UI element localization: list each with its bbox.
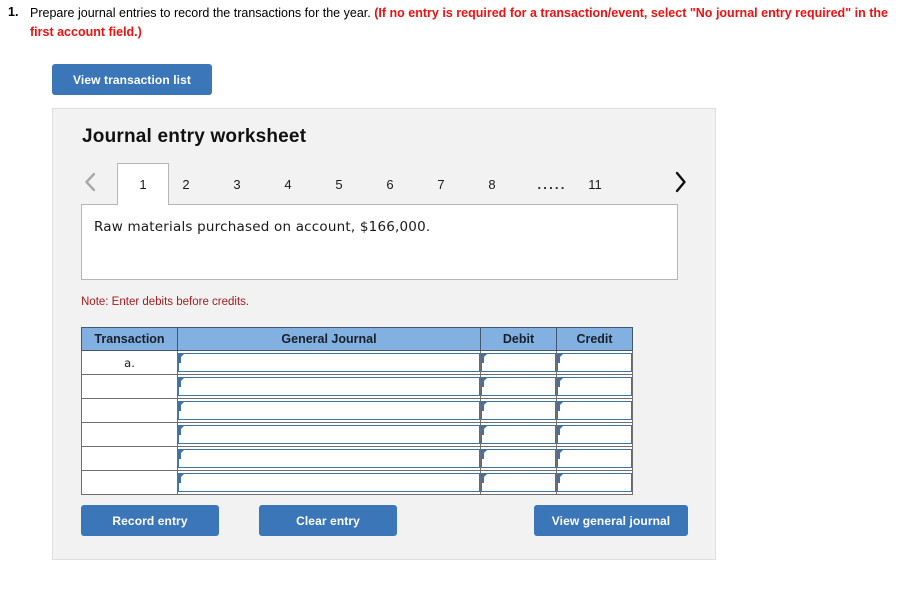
worksheet-tab-11[interactable]: 11 xyxy=(578,165,612,203)
general-journal-cell xyxy=(177,374,481,399)
worksheet-tab-7[interactable]: 7 xyxy=(424,165,458,203)
table-row: a. xyxy=(81,350,633,375)
view-general-journal-button[interactable]: View general journal xyxy=(534,505,688,536)
debit-cell xyxy=(480,350,557,375)
credit-input-row-4[interactable] xyxy=(557,425,632,444)
transaction-label-cell: a. xyxy=(81,350,178,375)
worksheet-tab-1[interactable]: 1 xyxy=(117,163,169,205)
debit-cell xyxy=(480,446,557,471)
credit-input-row-5[interactable] xyxy=(557,449,632,468)
general-journal-cell xyxy=(177,422,481,447)
table-row xyxy=(81,446,633,471)
general-journal-input-row-3[interactable] xyxy=(178,401,480,420)
debit-input-row-1[interactable] xyxy=(481,353,556,372)
previous-tab-button[interactable] xyxy=(77,167,103,197)
transaction-label-cell xyxy=(81,422,178,447)
chevron-right-icon xyxy=(673,170,688,194)
worksheet-tab-6[interactable]: 6 xyxy=(373,165,407,203)
transaction-label-cell xyxy=(81,374,178,399)
transaction-label-cell xyxy=(81,398,178,423)
table-header-row: Transaction General Journal Debit Credit xyxy=(81,327,633,351)
chevron-left-icon xyxy=(83,171,98,193)
table-row xyxy=(81,422,633,447)
debit-input-row-5[interactable] xyxy=(481,449,556,468)
question-block: 1. Prepare journal entries to record the… xyxy=(8,4,888,43)
question-plain-text: Prepare journal entries to record the tr… xyxy=(30,6,371,20)
credit-input-row-1[interactable] xyxy=(557,353,632,372)
credit-cell xyxy=(556,350,633,375)
column-header-general-journal: General Journal xyxy=(177,327,481,351)
transaction-description-box: Raw materials purchased on account, $166… xyxy=(81,204,678,280)
record-entry-button[interactable]: Record entry xyxy=(81,505,219,536)
worksheet-tab-8[interactable]: 8 xyxy=(475,165,509,203)
debit-cell xyxy=(480,470,557,495)
worksheet-tab-2[interactable]: 2 xyxy=(169,165,203,203)
credit-cell xyxy=(556,422,633,447)
transaction-description-text: Raw materials purchased on account, $166… xyxy=(94,219,431,235)
journal-entry-table: Transaction General Journal Debit Credit… xyxy=(81,327,633,495)
general-journal-cell xyxy=(177,350,481,375)
view-transaction-list-button[interactable]: View transaction list xyxy=(52,64,212,95)
credit-cell xyxy=(556,374,633,399)
worksheet-tab-5[interactable]: 5 xyxy=(322,165,356,203)
debit-cell xyxy=(480,398,557,423)
credit-input-row-3[interactable] xyxy=(557,401,632,420)
table-row xyxy=(81,374,633,399)
general-journal-cell xyxy=(177,446,481,471)
transaction-label-cell xyxy=(81,470,178,495)
debits-before-credits-note: Note: Enter debits before credits. xyxy=(81,296,250,308)
clear-entry-button[interactable]: Clear entry xyxy=(259,505,397,536)
debit-cell xyxy=(480,422,557,447)
general-journal-input-row-5[interactable] xyxy=(178,449,480,468)
credit-cell xyxy=(556,470,633,495)
debit-cell xyxy=(480,374,557,399)
debit-input-row-3[interactable] xyxy=(481,401,556,420)
credit-cell xyxy=(556,398,633,423)
general-journal-input-row-6[interactable] xyxy=(178,473,480,492)
next-tab-button[interactable] xyxy=(667,167,693,197)
column-header-credit: Credit xyxy=(556,327,633,351)
transaction-label-cell xyxy=(81,446,178,471)
worksheet-tabstrip: 1 2 3 4 5 6 7 8..... 11 xyxy=(77,161,693,205)
column-header-debit: Debit xyxy=(480,327,557,351)
general-journal-input-row-2[interactable] xyxy=(178,377,480,396)
table-row xyxy=(81,398,633,423)
debit-input-row-4[interactable] xyxy=(481,425,556,444)
general-journal-cell xyxy=(177,398,481,423)
credit-input-row-2[interactable] xyxy=(557,377,632,396)
worksheet-tab-4[interactable]: 4 xyxy=(271,165,305,203)
worksheet-tab-ellipsis: ..... xyxy=(537,176,567,192)
table-row xyxy=(81,470,633,495)
general-journal-input-row-1[interactable] xyxy=(178,353,480,372)
general-journal-input-row-4[interactable] xyxy=(178,425,480,444)
question-text: Prepare journal entries to record the tr… xyxy=(30,4,888,43)
journal-entry-worksheet-panel: Journal entry worksheet 1 2 3 4 5 6 7 8..... 11 … xyxy=(52,108,716,560)
worksheet-title: Journal entry worksheet xyxy=(82,126,307,147)
question-number: 1. xyxy=(8,5,19,19)
general-journal-cell xyxy=(177,470,481,495)
column-header-transaction: Transaction xyxy=(81,327,178,351)
worksheet-tab-3[interactable]: 3 xyxy=(220,165,254,203)
debit-input-row-6[interactable] xyxy=(481,473,556,492)
credit-cell xyxy=(556,446,633,471)
debit-input-row-2[interactable] xyxy=(481,377,556,396)
credit-input-row-6[interactable] xyxy=(557,473,632,492)
